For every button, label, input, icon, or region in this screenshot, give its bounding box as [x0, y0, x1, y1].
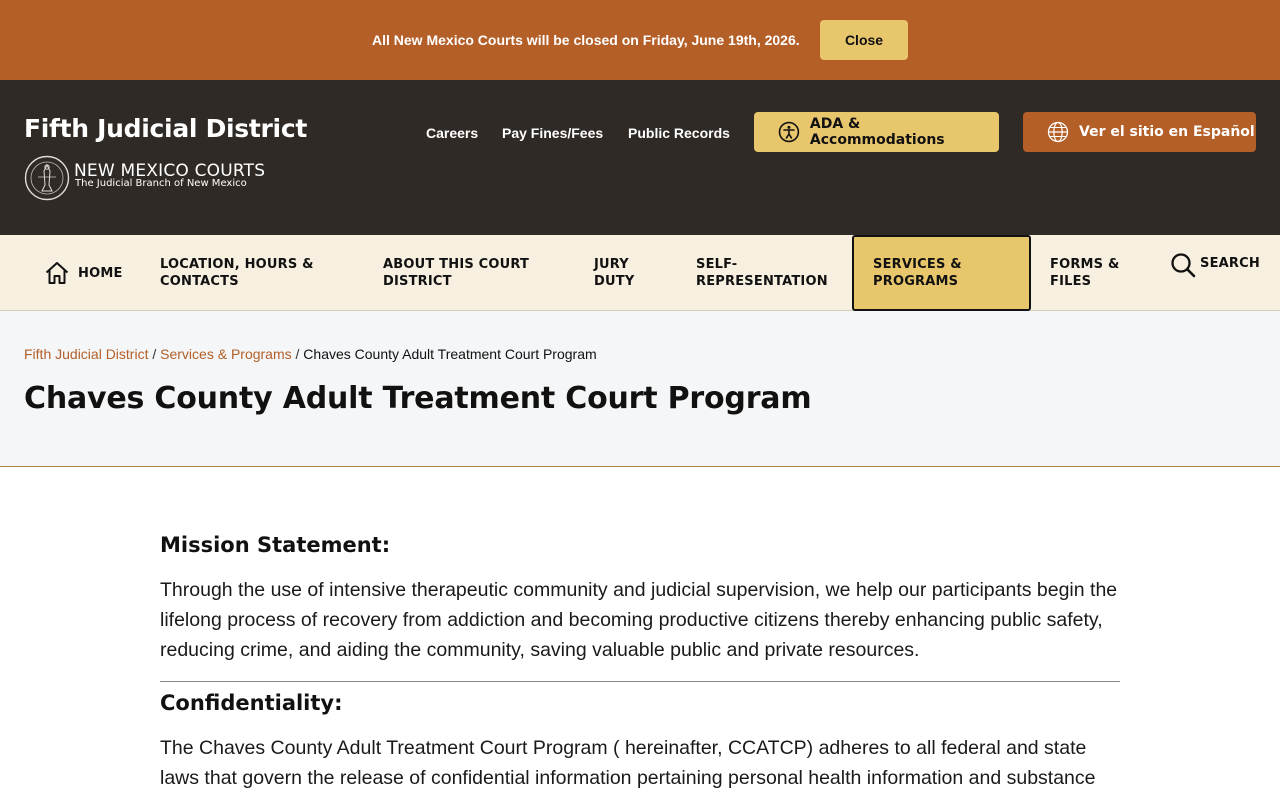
- nav-search[interactable]: SEARCH: [1170, 235, 1260, 311]
- page-header-band: Fifth Judicial District / Services & Pro…: [0, 311, 1280, 467]
- ada-accommodations-button[interactable]: ADA & Accommodations: [754, 112, 999, 152]
- nav-self-label-line1: SELF-: [696, 257, 738, 272]
- alert-banner: All New Mexico Courts will be closed on …: [0, 0, 1280, 80]
- court-seal-icon: [24, 155, 70, 201]
- nav-about-label-line1: ABOUT THIS COURT: [383, 257, 530, 272]
- nav-home[interactable]: HOME: [44, 235, 123, 311]
- nav-about-label-line2: DISTRICT: [383, 274, 452, 289]
- mission-text: Through the use of intensive therapeutic…: [160, 579, 1118, 661]
- search-icon: [1171, 253, 1196, 278]
- home-icon: [45, 262, 69, 284]
- nav-services-label-line2: PROGRAMS: [873, 274, 959, 289]
- nav-services-label-line1: SERVICES &: [873, 257, 962, 272]
- nav-forms-label-line2: FILES: [1050, 274, 1092, 289]
- main-nav: HOME LOCATION, HOURS & CONTACTS ABOUT THI…: [0, 235, 1280, 311]
- nav-forms-files[interactable]: FORMS & FILES: [1050, 235, 1120, 311]
- confidentiality-heading: Confidentiality:: [160, 691, 343, 715]
- site-title[interactable]: Fifth Judicial District: [24, 114, 307, 143]
- nav-location-hours-contacts[interactable]: LOCATION, HOURS & CONTACTS: [160, 235, 314, 311]
- mission-heading: Mission Statement:: [160, 533, 391, 557]
- nav-jury-label-line2: DUTY: [594, 274, 635, 289]
- site-header: Fifth Judicial District NEW MEXICO COURT…: [0, 80, 1280, 235]
- breadcrumb-current: Chaves County Adult Treatment Court Prog…: [303, 346, 597, 362]
- breadcrumb: Fifth Judicial District / Services & Pro…: [24, 346, 597, 362]
- alert-message: All New Mexico Courts will be closed on …: [372, 32, 800, 48]
- spanish-site-button[interactable]: Ver el sitio en Español: [1023, 112, 1256, 152]
- nav-home-label: HOME: [78, 265, 123, 281]
- ada-label: ADA & Accommodations: [809, 116, 945, 148]
- careers-link[interactable]: Careers: [426, 125, 478, 141]
- page-title: Chaves County Adult Treatment Court Prog…: [24, 381, 812, 416]
- section-divider: [160, 681, 1120, 682]
- breadcrumb-home-link[interactable]: Fifth Judicial District: [24, 346, 148, 362]
- nav-services-programs[interactable]: SERVICES & PROGRAMS: [852, 235, 1031, 311]
- nav-jury-duty[interactable]: JURY DUTY: [594, 235, 634, 311]
- globe-icon: [1047, 121, 1069, 143]
- breadcrumb-section-link[interactable]: Services & Programs: [160, 346, 291, 362]
- public-records-link[interactable]: Public Records: [628, 125, 730, 141]
- nav-forms-label-line1: FORMS &: [1050, 257, 1120, 272]
- confidentiality-text: The Chaves County Adult Treatment Court …: [160, 737, 1096, 789]
- close-alert-button[interactable]: Close: [820, 20, 908, 60]
- brand-subtitle: The Judicial Branch of New Mexico: [75, 178, 247, 189]
- nav-jury-label-line1: JURY: [594, 257, 629, 272]
- nav-search-label: SEARCH: [1200, 256, 1260, 271]
- pay-fines-link[interactable]: Pay Fines/Fees: [502, 125, 603, 141]
- nav-location-label-line1: LOCATION, HOURS &: [160, 257, 314, 272]
- nav-self-label-line2: REPRESENTATION: [696, 274, 828, 289]
- spanish-label: Ver el sitio en Español: [1079, 124, 1255, 140]
- nav-self-representation[interactable]: SELF- REPRESENTATION: [696, 235, 828, 311]
- breadcrumb-separator: /: [152, 346, 161, 362]
- nav-about-court[interactable]: ABOUT THIS COURT DISTRICT: [383, 235, 529, 311]
- accessibility-icon: [778, 121, 800, 143]
- nav-location-label-line2: CONTACTS: [160, 274, 239, 289]
